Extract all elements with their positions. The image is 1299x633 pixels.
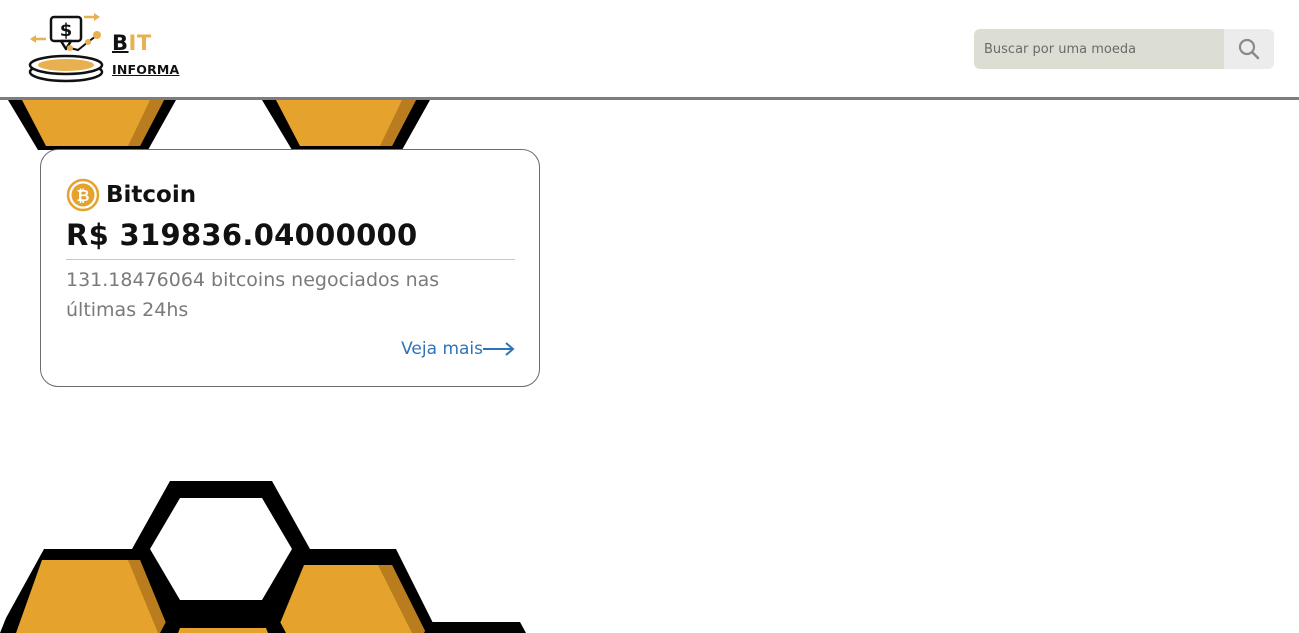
card-divider: [66, 259, 515, 260]
svg-text:$: $: [60, 20, 73, 41]
logo[interactable]: $ BIT INFORMA: [26, 12, 186, 86]
svg-text:₿: ₿: [76, 186, 89, 205]
coin-exchange-logo-icon: $: [28, 13, 104, 83]
coin-volume: 131.18476064 bitcoins negociados nas últ…: [66, 269, 440, 321]
search-bar: [974, 29, 1274, 69]
arrow-right-icon: [483, 342, 515, 356]
search-input[interactable]: [974, 29, 1224, 69]
coin-title-row: ₿ Bitcoin: [66, 178, 196, 212]
header-divider: [0, 97, 1299, 100]
brand-name: BIT: [112, 31, 152, 55]
bitcoin-icon: ₿: [66, 178, 100, 212]
coin-name: Bitcoin: [106, 182, 197, 208]
hexagon-shape: [424, 622, 526, 633]
hexagon-shape: [150, 498, 292, 600]
hexagon-shape: [178, 628, 268, 633]
coin-card: ₿ Bitcoin R$ 319836.04000000 131.1847606…: [40, 149, 540, 387]
see-more-link[interactable]: Veja mais: [401, 339, 515, 359]
site-header: $ BIT INFORMA: [0, 0, 1299, 98]
search-icon: [1238, 38, 1260, 60]
brand-subtitle: INFORMA: [112, 62, 180, 77]
search-button[interactable]: [1224, 29, 1274, 69]
see-more-label: Veja mais: [401, 339, 483, 359]
coin-price: R$ 319836.04000000: [66, 218, 418, 252]
